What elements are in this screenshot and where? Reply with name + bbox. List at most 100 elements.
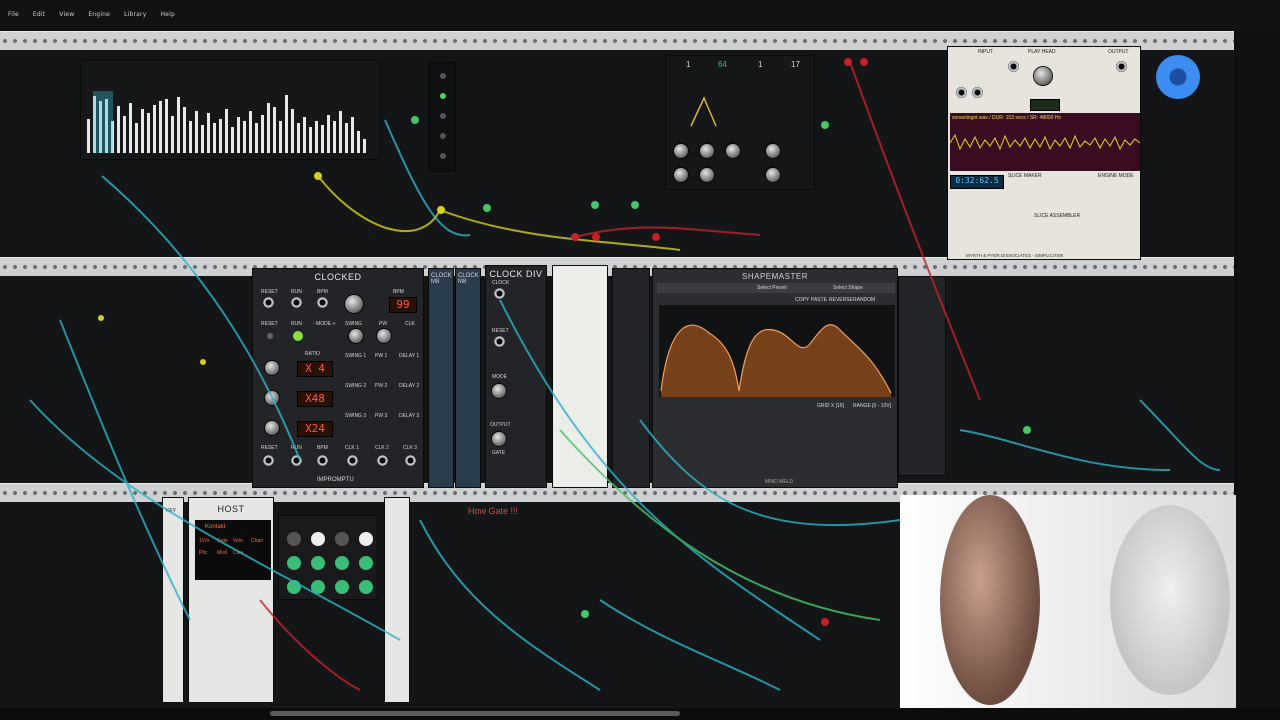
module-title: KEY <box>166 508 177 514</box>
swing-knob[interactable] <box>349 329 363 343</box>
led <box>440 133 446 139</box>
ratio1-display: X 4 <box>297 361 333 377</box>
tape-reel-icon[interactable] <box>1156 55 1200 99</box>
pad-button[interactable] <box>359 532 373 546</box>
ratio3-knob[interactable] <box>265 421 279 435</box>
module-title: SHAPEMASTER <box>742 272 808 281</box>
output-jack[interactable] <box>1116 61 1127 72</box>
clocked-module[interactable]: CLOCKED RESET RUN BPM BPM 99 RESET RUN -… <box>252 268 424 488</box>
waveform-display: sensetinget.wav / DUR: 153 secs / SR: 48… <box>949 113 1140 171</box>
pad-button[interactable] <box>335 580 349 594</box>
input-label: INPUT <box>978 49 993 55</box>
vertical-scrollbar[interactable] <box>1238 28 1280 708</box>
clk1-out-jack[interactable] <box>347 455 358 466</box>
clk3-out-jack[interactable] <box>405 455 416 466</box>
input-jack[interactable] <box>956 87 967 98</box>
paste-button[interactable]: PASTE <box>811 297 827 303</box>
seq-knob[interactable] <box>766 168 780 182</box>
pad-button[interactable] <box>287 580 301 594</box>
ratio2-knob[interactable] <box>265 391 279 405</box>
clock-in-jack[interactable] <box>494 288 505 299</box>
histogram-module[interactable] <box>80 60 380 160</box>
mode-knob[interactable] <box>492 384 506 398</box>
mode-label: MODE <box>492 374 507 380</box>
seq-knob[interactable] <box>726 144 740 158</box>
seq-knob[interactable] <box>766 144 780 158</box>
pad-button[interactable] <box>311 556 325 570</box>
control-jack[interactable] <box>1008 61 1019 72</box>
clock-m8-module[interactable]: CLOCK M8 <box>455 268 481 488</box>
pad-button[interactable] <box>335 556 349 570</box>
gate-sequencer-module[interactable] <box>552 265 608 488</box>
menu-library[interactable]: Library <box>124 11 146 18</box>
pad-button[interactable] <box>359 580 373 594</box>
run-button[interactable] <box>293 331 303 341</box>
pw3-label: PW 3 <box>375 413 388 419</box>
delay2-label: DELAY 2 <box>399 383 420 389</box>
cv-label: Chan <box>251 538 263 544</box>
led <box>440 113 446 119</box>
seq-label: 1 <box>758 60 763 69</box>
copy-button[interactable]: COPY <box>795 297 809 303</box>
playhead-knob[interactable] <box>1034 67 1052 85</box>
shape-editor[interactable] <box>659 305 895 397</box>
time-display <box>1030 99 1060 111</box>
shape-select[interactable]: Select Shape <box>833 285 863 291</box>
pad-button[interactable] <box>311 532 325 546</box>
run-label: RUN <box>291 289 302 295</box>
horizontal-scrollbar[interactable] <box>0 708 1280 720</box>
vca-module[interactable] <box>612 268 650 488</box>
menu-bar: File Edit View Engine Library Help <box>0 0 1280 29</box>
seq-knob[interactable] <box>700 144 714 158</box>
reverse-button[interactable]: REVERSE <box>829 297 853 303</box>
seq-knob[interactable] <box>700 168 714 182</box>
vendor-logo: MIND MELD <box>765 479 794 485</box>
shapemaster-module[interactable]: SHAPEMASTER Select Preset Select Shape C… <box>652 268 898 488</box>
menu-file[interactable]: File <box>8 11 19 18</box>
scrollbar-thumb[interactable] <box>270 711 680 716</box>
pw-label: PW <box>379 321 388 327</box>
clock-label: CLOCK <box>492 280 510 286</box>
pad-grid-module[interactable] <box>278 515 378 600</box>
pad-button[interactable] <box>359 556 373 570</box>
swing-label: SWING <box>345 321 362 327</box>
menu-edit[interactable]: Edit <box>33 11 45 18</box>
clk2-out-jack[interactable] <box>377 455 388 466</box>
output-knob[interactable] <box>492 432 506 446</box>
pad-button[interactable] <box>311 580 325 594</box>
run-jack[interactable] <box>291 297 302 308</box>
menu-help[interactable]: Help <box>160 11 174 18</box>
ratio1-knob[interactable] <box>265 361 279 375</box>
menu-view[interactable]: View <box>59 11 74 18</box>
pad-button[interactable] <box>287 532 301 546</box>
run-out-jack[interactable] <box>291 455 302 466</box>
jack-strip-module[interactable] <box>384 497 410 703</box>
outputs-module[interactable] <box>898 276 946 476</box>
random-button[interactable]: RANDOM <box>853 297 875 303</box>
clock-div-module[interactable]: CLOCK DIV CLOCK RESET MODE OUTPUT GATE <box>485 265 547 488</box>
seq-knob[interactable] <box>674 168 688 182</box>
host-module[interactable]: HOST Kontakt 1V/o Gate Velo Chan Pitc Mo… <box>188 497 274 703</box>
reset-in-jack[interactable] <box>494 336 505 347</box>
input-jack[interactable] <box>972 87 983 98</box>
module-title: HOST <box>217 504 245 514</box>
cv-label: Velo <box>233 538 243 544</box>
bpm-out-jack[interactable] <box>317 455 328 466</box>
seq-knob[interactable] <box>674 144 688 158</box>
key-module[interactable]: KEY <box>162 497 184 703</box>
pw-knob[interactable] <box>377 329 391 343</box>
reset-out-jack[interactable] <box>263 455 274 466</box>
clock-m8-module[interactable]: CLOCK M8 <box>428 268 454 488</box>
clk2-label: CLK 2 <box>375 445 389 451</box>
bpm-jack[interactable] <box>317 297 328 308</box>
reset-button[interactable] <box>267 333 273 339</box>
bpm-knob[interactable] <box>345 295 363 313</box>
pad-button[interactable] <box>287 556 301 570</box>
preset-select[interactable]: Select Preset <box>757 285 787 291</box>
reset-jack[interactable] <box>263 297 274 308</box>
led <box>440 73 446 79</box>
simpliciter-module[interactable]: INPUT PLAY HEAD OUTPUT sensetinget.wav /… <box>947 46 1141 260</box>
menu-engine[interactable]: Engine <box>88 11 110 18</box>
sequencer-module[interactable]: 1 64 1 17 <box>665 55 815 190</box>
pad-button[interactable] <box>335 532 349 546</box>
